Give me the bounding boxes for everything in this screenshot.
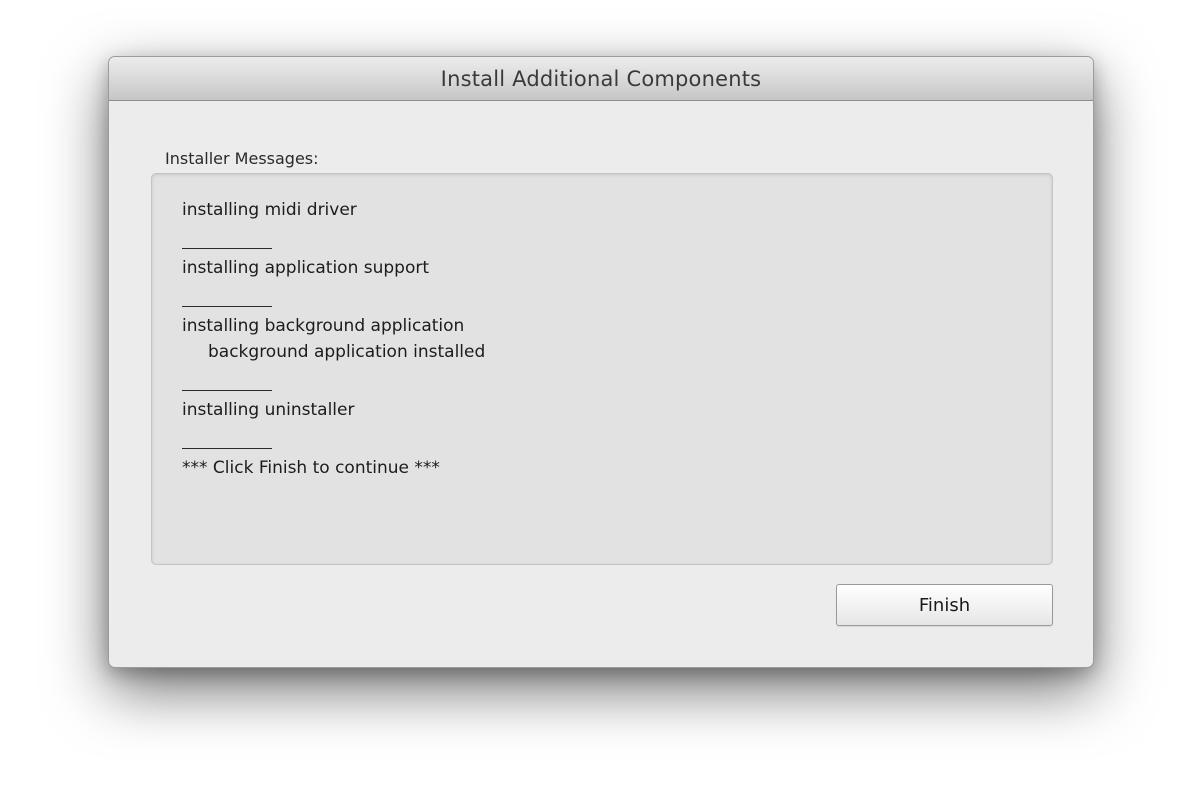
message-line: installing background application	[182, 316, 465, 336]
message-separator	[182, 306, 272, 307]
finish-button[interactable]: Finish	[836, 584, 1053, 626]
installer-messages-panel: installing midi driver installing applic…	[151, 173, 1053, 565]
message-line: *** Click Finish to continue ***	[182, 458, 440, 478]
message-separator	[182, 390, 272, 391]
installer-messages-label: Installer Messages:	[165, 149, 319, 168]
message-line: installing midi driver	[182, 200, 357, 220]
message-line: installing application support	[182, 258, 430, 278]
message-line: installing uninstaller	[182, 400, 355, 420]
window-title: Install Additional Components	[440, 67, 762, 91]
installer-window: Install Additional Components Installer …	[108, 56, 1094, 668]
message-separator	[182, 248, 272, 249]
message-separator	[182, 448, 272, 449]
message-line: background application installed	[208, 342, 486, 362]
window-titlebar[interactable]: Install Additional Components	[109, 57, 1093, 101]
